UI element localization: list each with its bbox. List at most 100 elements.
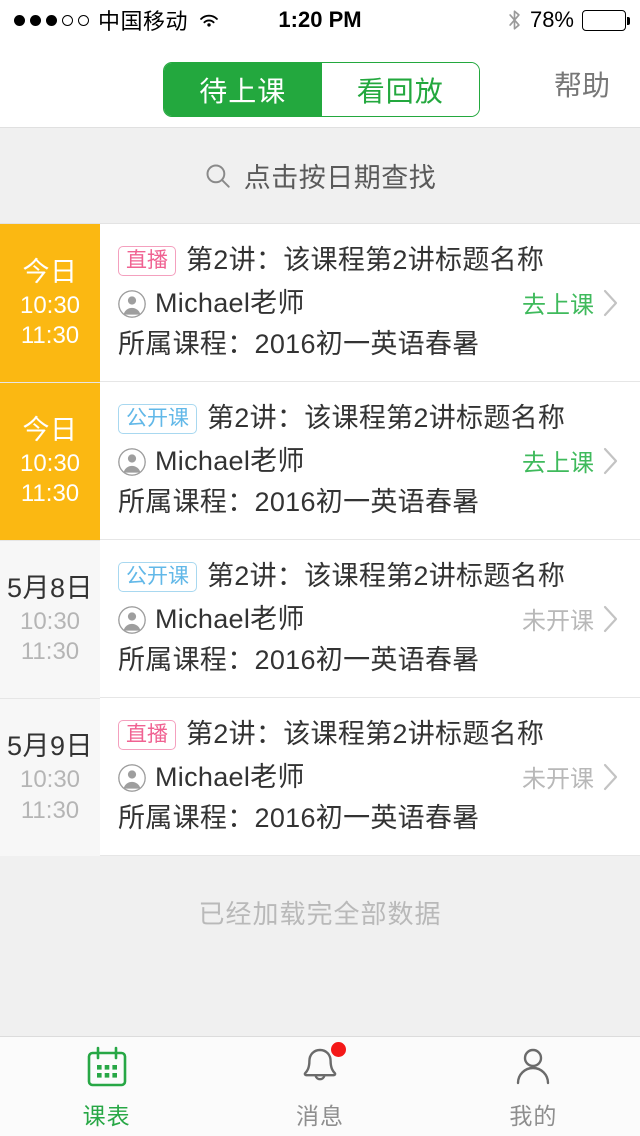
- avatar-icon: [118, 447, 155, 476]
- tab-bar-item-消息[interactable]: 消息: [213, 1037, 426, 1136]
- signal-dot-filled: [14, 14, 25, 26]
- row-action: 未开课: [522, 601, 640, 636]
- chevron-right-icon: [602, 288, 620, 318]
- row-title-label: 第2讲：该课程第2讲标题名称: [186, 245, 545, 275]
- status-bar: 中国移动 1:20 PM 78%: [0, 0, 640, 40]
- row-course-line: 所属课程：2016初一英语春暑: [118, 798, 522, 839]
- status-bar-right: 78%: [507, 7, 630, 33]
- row-course-label: 所属课程：2016初一英语春暑: [118, 487, 480, 518]
- row-date-label: 5月9日: [6, 731, 94, 762]
- search-icon: [204, 162, 232, 190]
- row-type-badge: 直播: [118, 719, 176, 750]
- row-teacher-label: Michael老师: [155, 446, 305, 477]
- row-action[interactable]: 去上课: [522, 443, 640, 478]
- list-footer: 已经加载完全部数据: [0, 856, 640, 1036]
- battery-icon: [582, 9, 630, 31]
- row-date-cell: 5月8日 10:30 11:30: [0, 540, 100, 699]
- class-list-row[interactable]: 5月8日 10:30 11:30 公开课 第2讲：该课程第2讲标题名称 Michael老师…: [0, 540, 640, 699]
- signal-dot-filled: [46, 14, 57, 26]
- avatar-icon: [118, 605, 155, 634]
- row-date-label: 5月8日: [6, 573, 94, 604]
- signal-strength-icon: [14, 14, 89, 26]
- row-content: 直播 第2讲：该课程第2讲标题名称 Michael老师所属课程：2016初一英语春暑…: [100, 224, 640, 383]
- row-type-badge: 公开课: [118, 561, 197, 592]
- row-course-line: 所属课程：2016初一英语春暑: [118, 324, 522, 365]
- row-action[interactable]: 去上课: [522, 285, 640, 320]
- status-bar-left: 中国移动: [14, 4, 221, 36]
- row-content: 直播 第2讲：该课程第2讲标题名称 Michael老师所属课程：2016初一英语春暑…: [100, 698, 640, 857]
- row-action-label: 去上课: [522, 450, 594, 478]
- row-date-label: 今日: [22, 415, 78, 446]
- signal-dot-empty: [62, 14, 73, 26]
- row-date-cell: 今日 10:30 11:30: [0, 224, 100, 383]
- row-title-label: 第2讲：该课程第2讲标题名称: [186, 719, 545, 750]
- chevron-right-icon: [602, 446, 620, 476]
- row-title-label: 第2讲：该课程第2讲标题名称: [207, 561, 566, 592]
- row-date-label: 今日: [22, 257, 78, 288]
- row-teacher-line: Michael老师: [118, 757, 522, 798]
- avatar-icon: [118, 289, 155, 318]
- date-search-bar[interactable]: 点击按日期查找: [0, 128, 640, 224]
- tab-upcoming-classes-label: 待上课: [199, 75, 287, 107]
- row-info: 公开课 第2讲：该课程第2讲标题名称 Michael老师所属课程：2016初一英语春…: [118, 556, 565, 681]
- clock-label: 1:20 PM: [278, 7, 362, 32]
- row-teacher-label: Michael老师: [155, 604, 305, 635]
- row-time-end: 11:30: [20, 322, 80, 350]
- row-time-start: 10:30: [19, 449, 81, 477]
- app-root: 中国移动 1:20 PM 78% 待上课 看回放 帮助 点击按日期查找 今日 1…: [0, 0, 640, 1136]
- row-teacher-line: Michael老师: [118, 599, 522, 640]
- tab-upcoming-classes[interactable]: 待上课: [164, 63, 322, 116]
- tab-replays[interactable]: 看回放: [321, 63, 479, 116]
- help-button[interactable]: 帮助: [554, 40, 610, 128]
- class-list-row[interactable]: 今日 10:30 11:30 公开课 第2讲：该课程第2讲标题名称 Michael老师所属…: [0, 382, 640, 541]
- tab-replays-label: 看回放: [356, 75, 444, 107]
- row-title-label: 第2讲：该课程第2讲标题名称: [207, 403, 566, 434]
- row-title-line: 公开课 第2讲：该课程第2讲标题名称: [118, 556, 565, 597]
- row-course-label: 所属课程：2016初一英语春暑: [118, 329, 480, 360]
- row-info: 直播 第2讲：该课程第2讲标题名称 Michael老师所属课程：2016初一英语春暑: [118, 714, 544, 839]
- tab-bar-item-我的[interactable]: 我的: [427, 1037, 640, 1136]
- help-button-label: 帮助: [553, 70, 610, 101]
- load-complete-label: 已经加载完全部数据: [198, 899, 442, 930]
- row-type-badge: 公开课: [118, 403, 197, 434]
- row-date-cell: 5月9日 10:30 11:30: [0, 698, 100, 857]
- row-teacher-label: Michael老师: [155, 288, 305, 319]
- row-teacher-label: Michael老师: [155, 762, 305, 793]
- row-time-end: 11:30: [20, 796, 80, 824]
- row-title-line: 直播 第2讲：该课程第2讲标题名称: [118, 714, 544, 755]
- segmented-control[interactable]: 待上课 看回放: [163, 62, 480, 117]
- row-time-start: 10:30: [19, 607, 81, 635]
- notification-badge-dot: [330, 1041, 346, 1057]
- row-course-line: 所属课程：2016初一英语春暑: [118, 640, 522, 681]
- calendar-icon: [83, 1043, 131, 1091]
- bluetooth-icon: [507, 9, 522, 31]
- chevron-right-icon: [602, 604, 620, 634]
- row-time-start: 10:30: [19, 765, 81, 793]
- row-title-line: 公开课 第2讲：该课程第2讲标题名称: [118, 398, 565, 439]
- row-type-badge: 直播: [118, 245, 176, 276]
- tab-bar-item-课表[interactable]: 课表: [0, 1037, 213, 1136]
- row-course-label: 所属课程：2016初一英语春暑: [118, 645, 480, 676]
- tab-bar-item-label: 消息: [295, 1102, 344, 1129]
- carrier-label: 中国移动: [98, 9, 189, 34]
- row-date-cell: 今日 10:30 11:30: [0, 382, 100, 541]
- row-teacher-line: Michael老师: [118, 283, 522, 324]
- class-schedule-list: 今日 10:30 11:30 直播 第2讲：该课程第2讲标题名称 Michael老师 所属课…: [0, 224, 640, 857]
- bottom-tab-bar: 课表 消息 我的: [0, 1036, 640, 1136]
- class-list-row[interactable]: 5月9日 10:30 11:30 直播 第2讲：该课程第2讲标题名称 Michael老师所…: [0, 698, 640, 857]
- chevron-right-icon: [602, 762, 620, 792]
- row-content: 公开课 第2讲：该课程第2讲标题名称 Michael老师所属课程：2016初一英语春…: [100, 540, 640, 699]
- bell-icon: [296, 1041, 346, 1091]
- row-course-label: 所属课程：2016初一英语春暑: [118, 803, 480, 834]
- wifi-icon: [197, 11, 221, 29]
- person-icon: [509, 1043, 557, 1091]
- row-action: 未开课: [522, 759, 640, 794]
- row-info: 直播 第2讲：该课程第2讲标题名称 Michael老师所属课程：2016初一英语春暑: [118, 240, 544, 365]
- row-action-label: 未开课: [522, 608, 594, 636]
- search-placeholder-label: 点击按日期查找: [243, 163, 437, 193]
- signal-dot-filled: [30, 14, 41, 26]
- row-info: 公开课 第2讲：该课程第2讲标题名称 Michael老师所属课程：2016初一英语春…: [118, 398, 565, 523]
- row-time-end: 11:30: [20, 638, 80, 666]
- row-time-end: 11:30: [20, 480, 80, 508]
- class-list-row[interactable]: 今日 10:30 11:30 直播 第2讲：该课程第2讲标题名称 Michael老师所属课…: [0, 224, 640, 383]
